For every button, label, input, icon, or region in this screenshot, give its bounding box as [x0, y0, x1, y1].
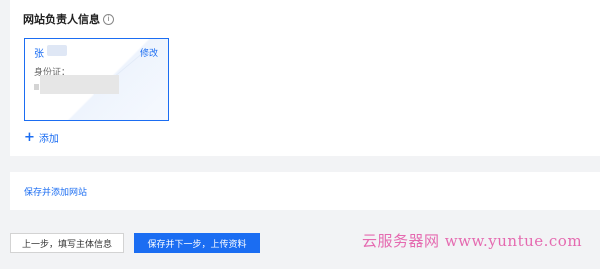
plus-icon: + — [24, 130, 35, 145]
add-person-button[interactable]: + 添加 — [24, 130, 59, 145]
id-card-redaction-small — [34, 84, 39, 90]
watermark: 云服务器网 www.yuntue.com — [362, 232, 583, 250]
responsible-person-panel: 网站负责人信息 i 张 修改 身份证： + 添加 — [10, 0, 600, 156]
save-next-step-button[interactable]: 保存并下一步，上传资料 — [134, 233, 260, 253]
person-name: 张 — [34, 49, 44, 60]
add-label: 添加 — [38, 134, 59, 145]
id-card-redaction — [40, 75, 119, 94]
info-icon[interactable]: i — [103, 13, 114, 25]
save-and-add-site-link[interactable]: 保存并添加网站 — [24, 185, 87, 198]
section-title-text: 网站负责人信息 — [23, 13, 100, 26]
prev-step-button[interactable]: 上一步，填写主体信息 — [10, 233, 124, 253]
section-title: 网站负责人信息 i — [23, 11, 114, 27]
person-card[interactable]: 张 修改 身份证： — [24, 38, 169, 121]
save-add-panel: 保存并添加网站 — [10, 172, 600, 210]
name-redaction — [47, 45, 67, 56]
edit-link[interactable]: 修改 — [140, 46, 158, 59]
